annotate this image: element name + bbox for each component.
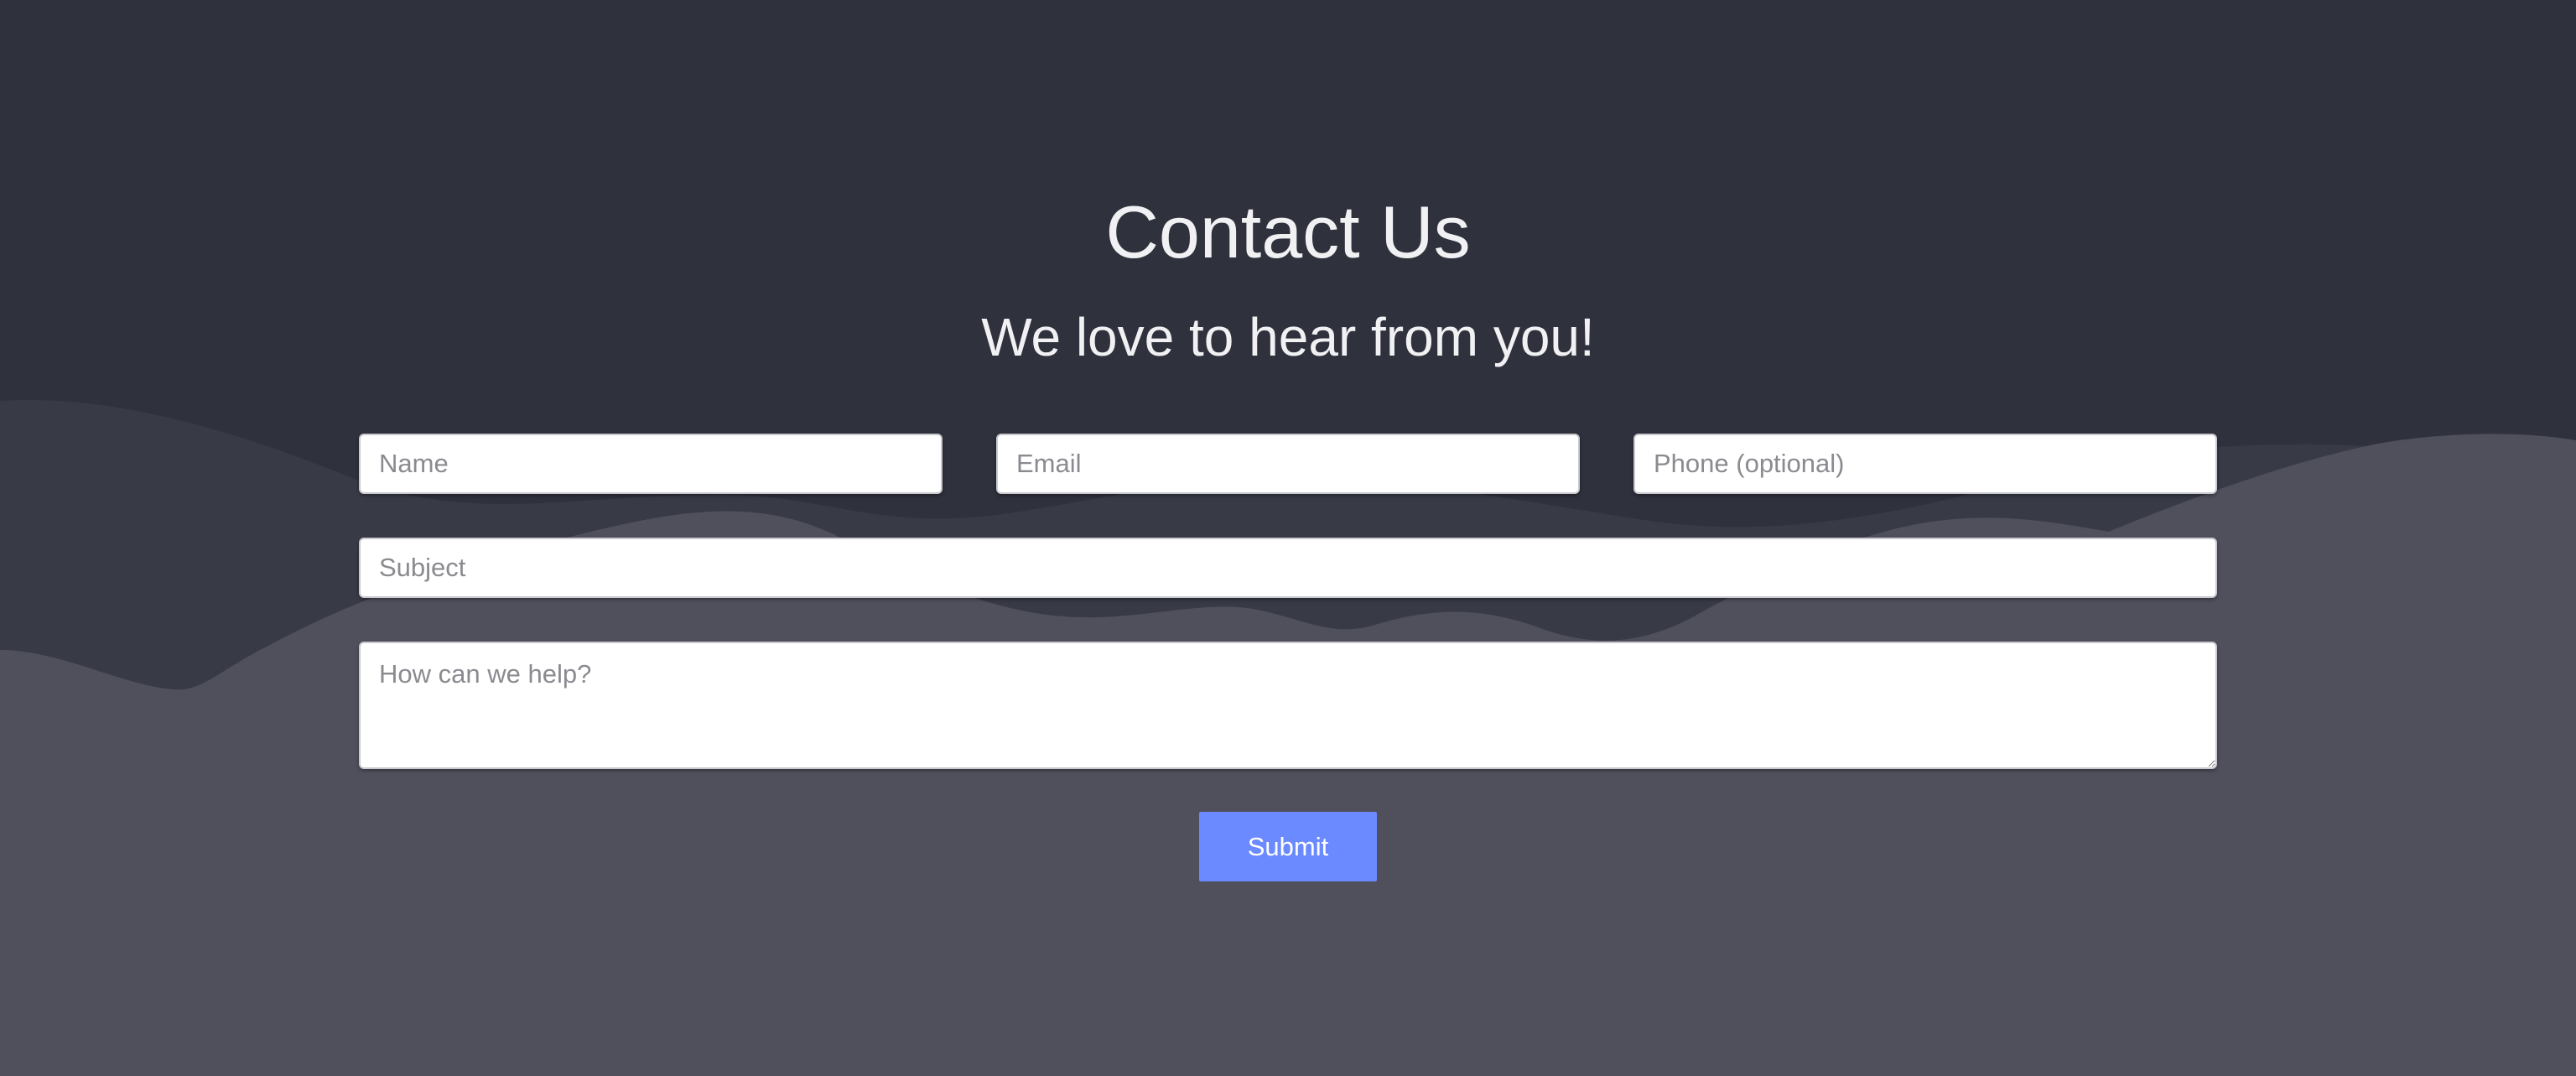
contact-section: Contact Us We love to hear from you! Sub… xyxy=(0,0,2576,1076)
name-input[interactable] xyxy=(359,434,943,494)
page-subtitle: We love to hear from you! xyxy=(981,307,1595,367)
subject-input[interactable] xyxy=(359,538,2217,598)
message-textarea[interactable] xyxy=(359,642,2217,769)
page-title: Contact Us xyxy=(1105,190,1471,273)
email-input[interactable] xyxy=(996,434,1580,494)
phone-input[interactable] xyxy=(1633,434,2217,494)
submit-button[interactable]: Submit xyxy=(1199,812,1377,881)
